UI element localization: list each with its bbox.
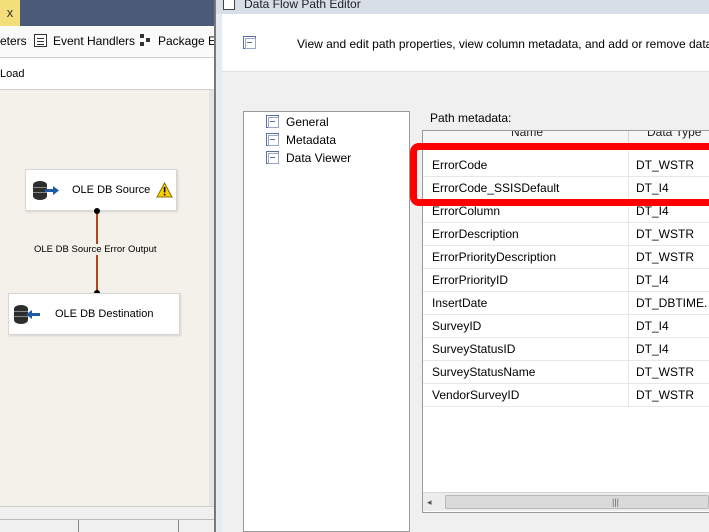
bottom-splitter[interactable] xyxy=(178,520,188,532)
close-tab-icon[interactable]: x xyxy=(0,0,20,26)
page-icon xyxy=(266,151,279,164)
table-row[interactable]: SurveyStatusName DT_WSTR xyxy=(423,361,709,384)
nav-item-general[interactable]: General xyxy=(266,115,329,132)
cell-data-type: DT_DBTIME... xyxy=(636,296,708,310)
ole-db-destination-component[interactable]: OLE DB Destination xyxy=(8,293,180,335)
page-icon xyxy=(266,115,279,128)
cell-column-name: ErrorPriorityID xyxy=(432,273,509,287)
table-row[interactable]: SurveyID DT_I4 xyxy=(423,315,709,338)
cell-data-type: DT_I4 xyxy=(636,273,669,287)
warning-icon[interactable] xyxy=(156,182,173,198)
highlight-box xyxy=(410,143,709,206)
nav-item-data-viewer-label: Data Viewer xyxy=(286,151,352,165)
event-handlers-icon xyxy=(34,34,47,47)
data-flow-task-name[interactable]: Load xyxy=(0,68,24,80)
tab-event-handlers-label: Event Handlers xyxy=(53,34,136,48)
nav-item-metadata-label: Metadata xyxy=(286,133,337,147)
tab-package-explorer[interactable]: Package Ex xyxy=(140,34,222,48)
dialog-title: Data Flow Path Editor xyxy=(244,0,361,11)
scroll-grip-icon: ||| xyxy=(612,497,620,507)
cell-column-name: ErrorColumn xyxy=(432,204,501,218)
cell-column-name: ErrorPriorityDescription xyxy=(432,250,557,264)
designer-title-strip xyxy=(0,0,214,26)
ole-db-source-label: OLE DB Source xyxy=(72,184,151,196)
tab-event-handlers[interactable]: Event Handlers xyxy=(34,34,135,48)
path-start-dot xyxy=(94,208,100,214)
cell-data-type: DT_I4 xyxy=(636,204,669,218)
path-metadata-label: Path metadata: xyxy=(430,111,512,125)
package-explorer-icon xyxy=(140,34,152,47)
header-page-icon xyxy=(243,36,256,49)
tab-parameters[interactable]: eters xyxy=(0,34,27,48)
cell-data-type: DT_WSTR xyxy=(636,388,694,402)
cell-data-type: DT_WSTR xyxy=(636,365,694,379)
database-destination-icon xyxy=(14,303,40,327)
ole-db-destination-label: OLE DB Destination xyxy=(55,308,154,320)
table-row[interactable]: ErrorPriorityID DT_I4 xyxy=(423,269,709,292)
nav-item-metadata[interactable]: Metadata xyxy=(266,133,336,150)
dialog-app-icon xyxy=(223,0,235,10)
scroll-thumb[interactable]: ||| xyxy=(445,495,709,509)
cell-data-type: DT_WSTR xyxy=(636,227,694,241)
database-source-icon xyxy=(33,179,59,203)
designer-tab-bar: eters Event Handlers Package Ex xyxy=(0,26,222,58)
data-flow-task-bar: Load xyxy=(0,58,214,90)
cell-column-name: SurveyID xyxy=(432,319,482,333)
scroll-left-arrow-icon[interactable]: ◂ xyxy=(427,497,432,508)
cell-column-name: VendorSurveyID xyxy=(432,388,520,402)
cell-data-type: DT_I4 xyxy=(636,342,669,356)
dialog-description: View and edit path properties, view colu… xyxy=(297,37,709,51)
page-icon xyxy=(266,133,279,146)
cell-column-name: ErrorDescription xyxy=(432,227,519,241)
nav-item-general-label: General xyxy=(286,115,329,129)
cell-column-name: SurveyStatusID xyxy=(432,342,516,356)
cell-data-type: DT_I4 xyxy=(636,319,669,333)
horizontal-scrollbar[interactable]: ◂ ||| xyxy=(423,492,709,511)
cell-column-name: SurveyStatusName xyxy=(432,365,536,379)
table-row[interactable]: SurveyStatusID DT_I4 xyxy=(423,338,709,361)
table-row[interactable]: InsertDate DT_DBTIME... xyxy=(423,292,709,315)
tab-package-explorer-label: Package Ex xyxy=(158,34,223,48)
cell-data-type: DT_WSTR xyxy=(636,250,694,264)
cell-column-name: InsertDate xyxy=(432,296,488,310)
table-row[interactable]: VendorSurveyID DT_WSTR xyxy=(423,384,709,407)
path-label: OLE DB Source Error Output xyxy=(33,244,158,255)
ole-db-source-component[interactable]: OLE DB Source xyxy=(25,169,177,211)
table-row[interactable]: ErrorDescription DT_WSTR xyxy=(423,223,709,246)
navigation-tree: General Metadata Data Viewer xyxy=(243,111,410,532)
bottom-splitter[interactable] xyxy=(78,520,88,532)
table-row[interactable]: ErrorPriorityDescription DT_WSTR xyxy=(423,246,709,269)
nav-item-data-viewer[interactable]: Data Viewer xyxy=(266,151,351,168)
